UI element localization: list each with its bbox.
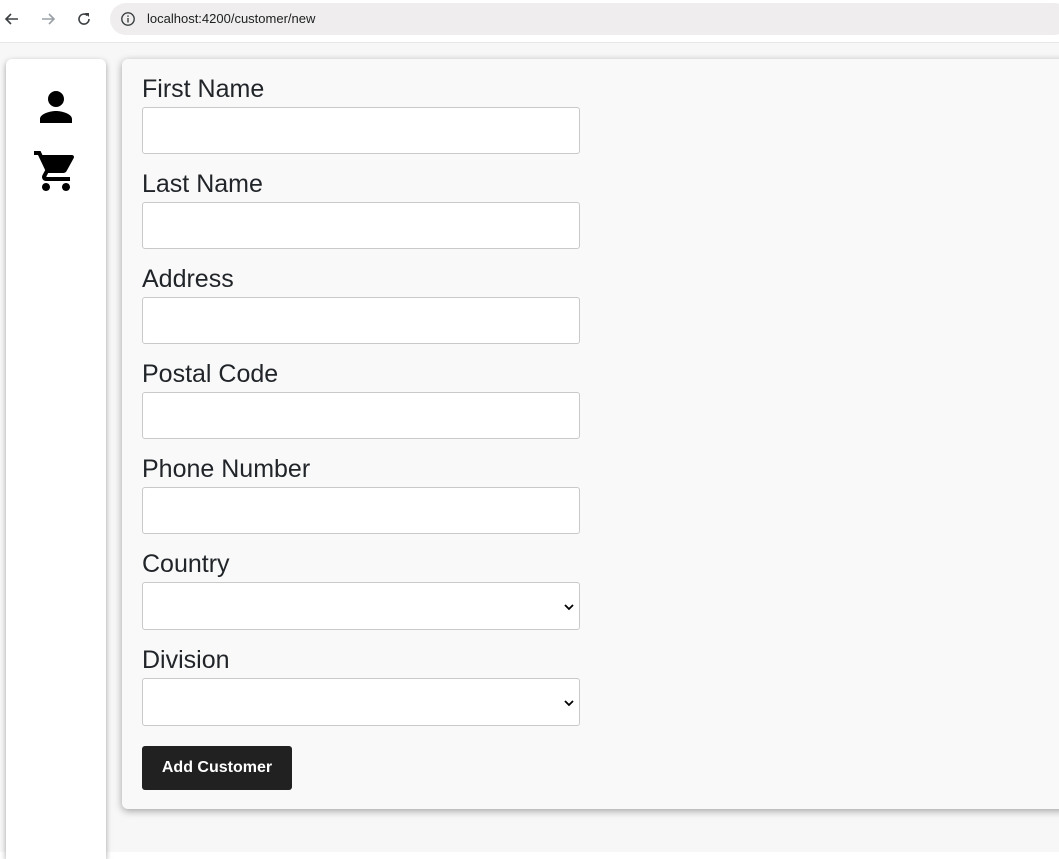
arrow-left-icon [4,13,18,25]
back-button[interactable] [0,7,24,31]
sidebar [6,59,106,859]
sidebar-item-customers[interactable] [32,83,80,131]
division-label: Division [142,646,230,674]
phone-number-input[interactable] [142,487,580,534]
customer-form-card: First Name Last Name Address Postal Code… [122,59,1059,809]
first-name-input[interactable] [142,107,580,154]
country-select[interactable] [142,582,580,630]
postal-code-input[interactable] [142,392,580,439]
sidebar-item-cart[interactable] [32,147,80,195]
last-name-input[interactable] [142,202,580,249]
last-name-label: Last Name [142,170,263,198]
postal-code-label: Postal Code [142,360,279,388]
person-icon [40,91,72,123]
cart-icon [34,151,75,191]
address-input[interactable] [142,297,580,344]
add-customer-button[interactable]: Add Customer [142,746,292,790]
forward-button[interactable] [36,7,60,31]
country-label: Country [142,550,230,578]
reload-button[interactable] [72,7,96,31]
chevron-down-icon [564,700,574,707]
arrow-right-icon [42,13,56,25]
phone-number-label: Phone Number [142,455,311,483]
url-text[interactable]: localhost:4200/customer/new [147,11,315,27]
address-label: Address [142,265,234,293]
info-icon[interactable] [120,11,136,27]
reload-icon [78,13,90,25]
chevron-down-icon [564,604,574,611]
browser-toolbar: localhost:4200/customer/new [0,0,1059,43]
division-select[interactable] [142,678,580,726]
first-name-label: First Name [142,75,265,103]
address-bar[interactable]: localhost:4200/customer/new [110,3,1059,35]
app-page: First Name Last Name Address Postal Code… [0,43,1059,859]
